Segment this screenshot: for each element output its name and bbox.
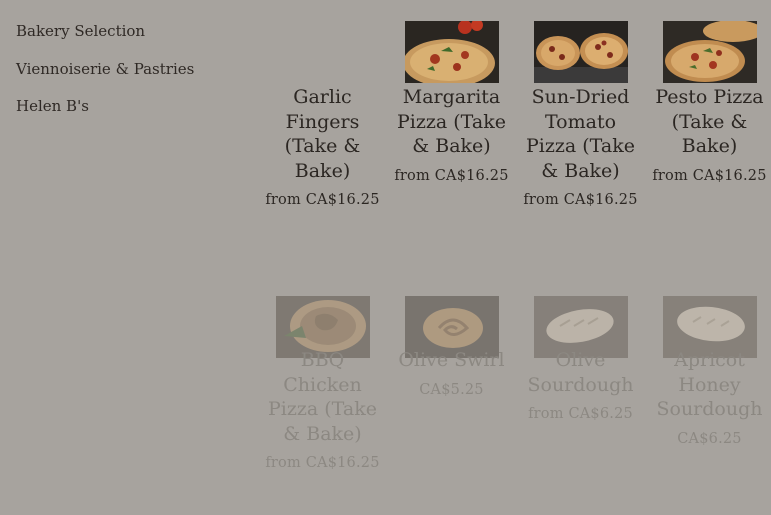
product-card-bbq-chicken-pizza[interactable]: BBQ Chicken Pizza (Take & Bake) from CA$… bbox=[258, 296, 387, 473]
product-name[interactable]: Garlic Fingers (Take & Bake) bbox=[258, 85, 387, 183]
product-card-margarita-pizza[interactable]: Margarita Pizza (Take & Bake) from CA$16… bbox=[387, 21, 516, 186]
product-card-apricot-honey-sourdough[interactable]: Apricot Honey Sourdough CA$6.25 bbox=[645, 296, 771, 449]
product-card-olive-sourdough[interactable]: Olive Sourdough from CA$6.25 bbox=[516, 296, 645, 424]
product-grid: Garlic Fingers (Take & Bake) from CA$16.… bbox=[258, 21, 770, 515]
product-image[interactable] bbox=[662, 21, 757, 83]
product-name[interactable]: Sun-Dried Tomato Pizza (Take & Bake) bbox=[516, 85, 645, 183]
product-name[interactable]: Olive Swirl bbox=[387, 348, 516, 373]
product-card-garlic-fingers[interactable]: Garlic Fingers (Take & Bake) from CA$16.… bbox=[258, 85, 387, 210]
product-price: CA$5.25 bbox=[419, 381, 484, 398]
product-name[interactable]: Apricot Honey Sourdough bbox=[645, 348, 771, 422]
product-price: from CA$16.25 bbox=[394, 167, 509, 184]
product-image[interactable] bbox=[533, 21, 628, 83]
sidebar-item-helen-bs[interactable]: Helen B's bbox=[16, 97, 246, 115]
sidebar-item-bakery-selection[interactable]: Bakery Selection bbox=[16, 22, 246, 40]
product-card-olive-swirl[interactable]: Olive Swirl CA$5.25 bbox=[387, 296, 516, 400]
product-name[interactable]: Pesto Pizza (Take & Bake) bbox=[645, 85, 771, 159]
product-price: from CA$16.25 bbox=[523, 192, 638, 208]
product-card-pesto-pizza[interactable]: Pesto Pizza (Take & Bake) from CA$16.25 bbox=[645, 21, 771, 186]
product-image[interactable] bbox=[404, 21, 499, 83]
product-price: CA$6.25 bbox=[677, 430, 742, 447]
category-sidebar: Bakery Selection Viennoiserie & Pastries… bbox=[16, 22, 246, 135]
product-name[interactable]: Margarita Pizza (Take & Bake) bbox=[387, 85, 516, 159]
product-price: from CA$6.25 bbox=[528, 406, 633, 422]
product-name[interactable]: Olive Sourdough bbox=[516, 348, 645, 397]
product-price: from CA$16.25 bbox=[265, 455, 380, 471]
product-price: from CA$16.25 bbox=[652, 167, 767, 184]
sidebar-item-viennoiserie-pastries[interactable]: Viennoiserie & Pastries bbox=[16, 60, 246, 78]
product-price: from CA$16.25 bbox=[265, 192, 380, 208]
product-card-sun-dried-tomato-pizza[interactable]: Sun-Dried Tomato Pizza (Take & Bake) fro… bbox=[516, 21, 645, 210]
product-name[interactable]: BBQ Chicken Pizza (Take & Bake) bbox=[258, 348, 387, 446]
